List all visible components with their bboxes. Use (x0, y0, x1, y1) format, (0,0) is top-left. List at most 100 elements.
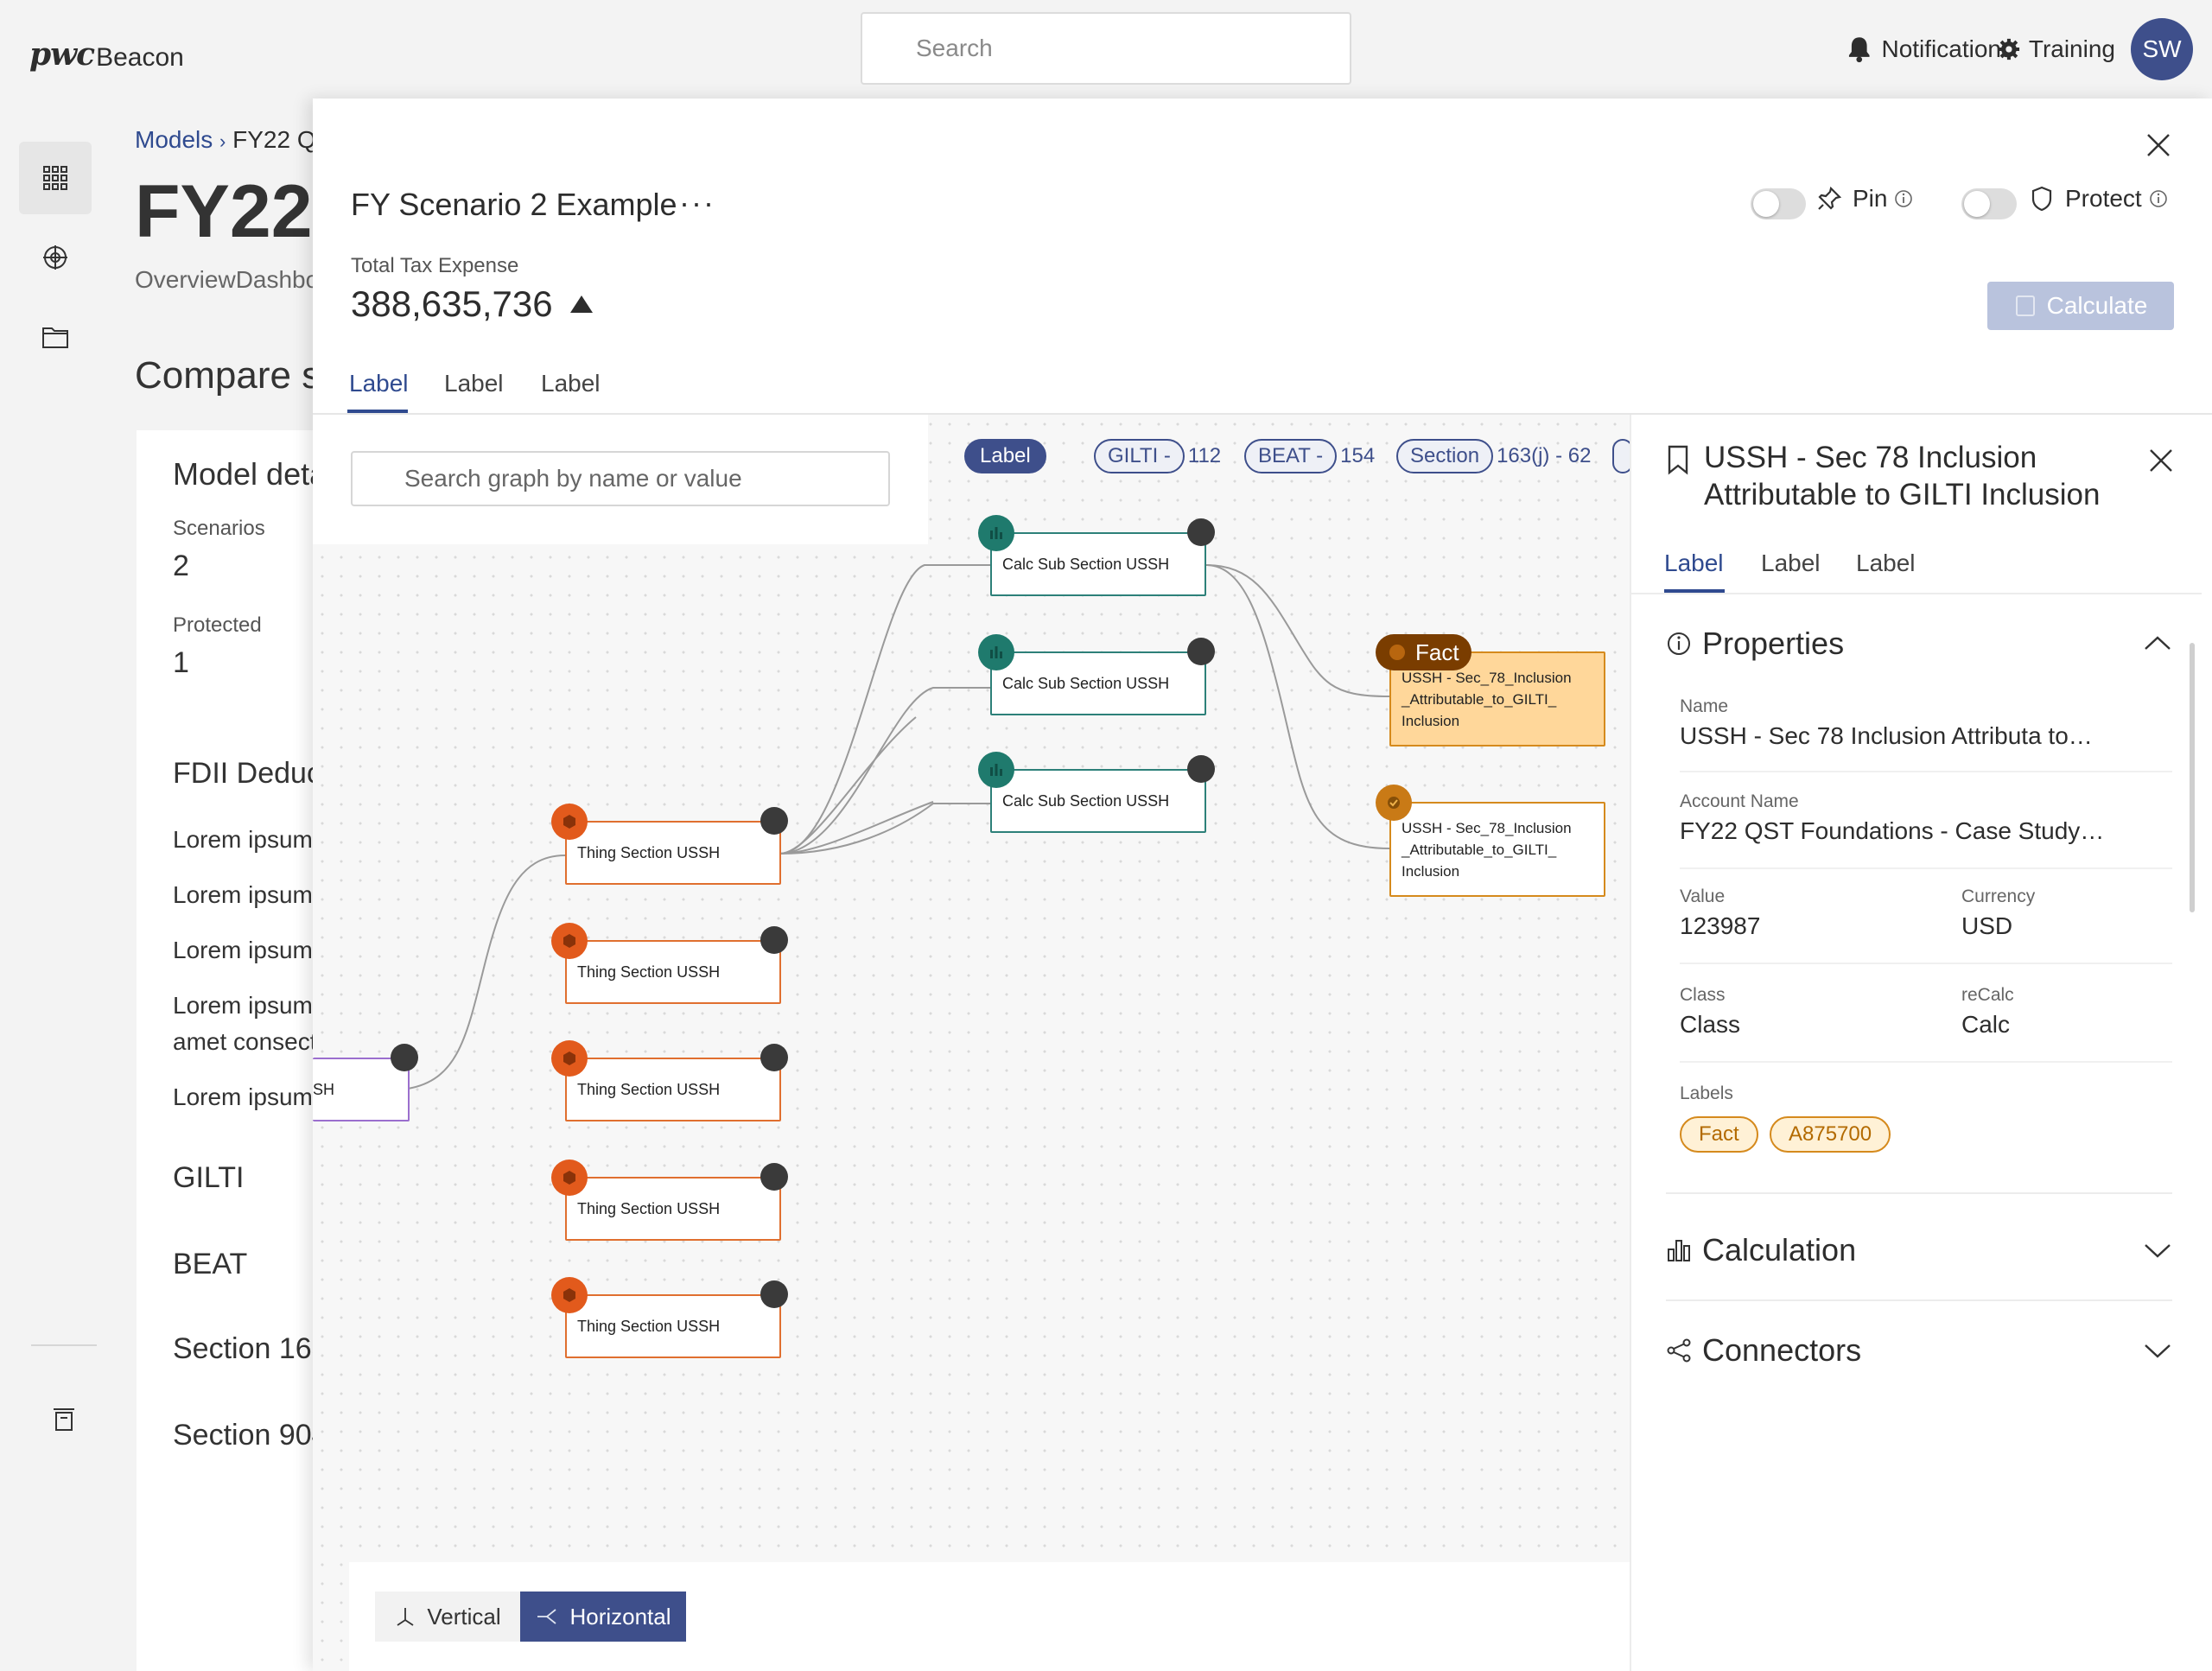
section-divider (1666, 1192, 2172, 1194)
graph-node-calc[interactable]: Calc Sub Section USSH (990, 769, 1206, 833)
vertical-layout-button[interactable]: Vertical (375, 1592, 520, 1642)
row-divider (1680, 963, 2172, 964)
node-label: Calc Sub Section USSH (1002, 674, 1170, 692)
graph-node-thing[interactable]: Thing Section USSH (565, 1177, 781, 1241)
node-port[interactable] (1187, 755, 1215, 783)
edge (779, 803, 990, 855)
fact-dot-icon (1389, 645, 1405, 660)
edge (1205, 564, 1390, 697)
detail-panel-title: USSH - Sec 78 Inclusion Attributable to … (1704, 441, 2101, 511)
account-name-value: FY22 QST Foundations - Case Study… (1680, 817, 2105, 844)
graph-node-thing[interactable]: Thing Section USSH (565, 940, 781, 1004)
graph-node-calc[interactable]: Calc Sub Section USSH (990, 651, 1206, 715)
node-port[interactable] (760, 1044, 788, 1071)
graph-node-thing[interactable]: Thing Section USSH (565, 1058, 781, 1121)
cube-icon (551, 804, 588, 840)
name-value: USSH - Sec 78 Inclusion Attributa to… (1680, 722, 2093, 749)
graph-search-input[interactable] (351, 451, 890, 506)
horizontal-layout-icon (537, 1609, 557, 1624)
name-label: Name (1680, 696, 1729, 716)
connectors-section-header[interactable]: Connectors (1666, 1332, 1861, 1369)
chevron-down-icon[interactable] (2143, 1343, 2172, 1360)
detail-tab-1[interactable]: Label (1664, 550, 1724, 577)
filter-chip-gilti[interactable]: GILTI - 112 (1094, 439, 1221, 473)
labels-label: Labels (1680, 1083, 1733, 1103)
node-label: Calc Sub Section USSH (1002, 791, 1170, 810)
properties-heading: Properties (1702, 626, 1845, 661)
vertical-layout-icon (397, 1608, 414, 1626)
node-port[interactable] (391, 1044, 418, 1071)
node-label: Thing Section USSH (577, 1317, 721, 1335)
edge (779, 564, 990, 855)
node-port[interactable] (760, 1280, 788, 1308)
calculation-bar-icon (1668, 1240, 1690, 1261)
node-detail-panel (1630, 415, 2212, 1671)
node-label: USSH - Sec_78_Inclusion _Attributable_to… (1402, 669, 1572, 729)
chevron-up-icon[interactable] (2143, 634, 2172, 651)
label-tag-code[interactable]: A875700 (1770, 1116, 1891, 1153)
bar-chart-icon (978, 515, 1014, 551)
properties-section-header[interactable]: Properties (1666, 626, 1844, 662)
edge (779, 687, 990, 855)
panel-scrollbar[interactable] (2190, 643, 2195, 912)
detail-tabs-divider (1631, 593, 2202, 594)
class-label: Class (1680, 985, 1726, 1005)
chip-label: GILTI - (1094, 439, 1185, 473)
node-label: SH (313, 1080, 335, 1098)
vertical-label: Vertical (427, 1603, 501, 1630)
node-label: USSH - Sec_78_Inclusion _Attributable_to… (1402, 819, 1572, 880)
cube-icon (551, 923, 588, 959)
label-tag-fact[interactable]: Fact (1680, 1116, 1758, 1153)
bookmark-icon[interactable] (1666, 444, 1690, 475)
recalc-value: Calc (1961, 1011, 2011, 1038)
value-label: Value (1680, 886, 1726, 906)
account-name-label: Account Name (1680, 791, 1799, 811)
graph-node-calc[interactable]: Calc Sub Section USSH (990, 532, 1206, 596)
node-port[interactable] (760, 926, 788, 954)
detail-tab-3[interactable]: Label (1856, 550, 1916, 577)
node-label: Calc Sub Section USSH (1002, 555, 1170, 573)
node-port[interactable] (760, 807, 788, 835)
edge (1205, 564, 1390, 849)
horizontal-layout-button[interactable]: Horizontal (520, 1592, 686, 1642)
graph-node-thing[interactable]: Thing Section USSH (565, 821, 781, 885)
chip-count: 163(j) - 62 (1497, 444, 1592, 467)
node-label: Thing Section USSH (577, 1080, 721, 1098)
calculation-section-header[interactable]: Calculation (1666, 1232, 1856, 1268)
class-value: Class (1680, 1011, 1741, 1038)
node-label: Thing Section USSH (577, 963, 721, 981)
value-value: 123987 (1680, 912, 1761, 939)
chip-label: Section (1396, 439, 1494, 473)
row-divider (1680, 1061, 2172, 1063)
edge (407, 855, 566, 1090)
currency-value: USD (1961, 912, 2013, 939)
row-divider (1680, 771, 2172, 772)
horizontal-label: Horizontal (569, 1603, 671, 1630)
chevron-down-icon[interactable] (2143, 1242, 2172, 1260)
filter-chip-label[interactable]: Label (964, 439, 1046, 473)
row-divider (1680, 867, 2172, 869)
chip-label: Label (980, 444, 1031, 467)
chip-count: 154 (1340, 444, 1376, 467)
graph-node-fact[interactable]: USSH - Sec_78_Inclusion _Attributable_to… (1389, 802, 1605, 897)
bar-chart-icon (978, 752, 1014, 788)
node-port[interactable] (1187, 638, 1215, 665)
filter-chip-beat[interactable]: BEAT - 154 (1244, 439, 1375, 473)
connectors-heading: Connectors (1702, 1332, 1862, 1368)
cube-icon (551, 1040, 588, 1077)
info-circle-icon (1668, 632, 1690, 655)
edge (779, 716, 917, 855)
node-port[interactable] (1187, 518, 1215, 546)
chip-count: 112 (1187, 444, 1222, 467)
cube-icon (551, 1160, 588, 1196)
filter-chip-section[interactable]: Section 163(j) - 62 (1396, 439, 1591, 473)
node-label: Thing Section USSH (577, 843, 721, 861)
graph-node-thing[interactable]: Thing Section USSH (565, 1294, 781, 1358)
close-panel-icon[interactable] (2146, 446, 2176, 475)
detail-tab-2[interactable]: Label (1761, 550, 1821, 577)
cube-icon (551, 1277, 588, 1313)
share-nodes-icon (1667, 1338, 1691, 1363)
check-badge-icon (1376, 785, 1412, 821)
node-label: Thing Section USSH (577, 1199, 721, 1217)
node-port[interactable] (760, 1163, 788, 1191)
